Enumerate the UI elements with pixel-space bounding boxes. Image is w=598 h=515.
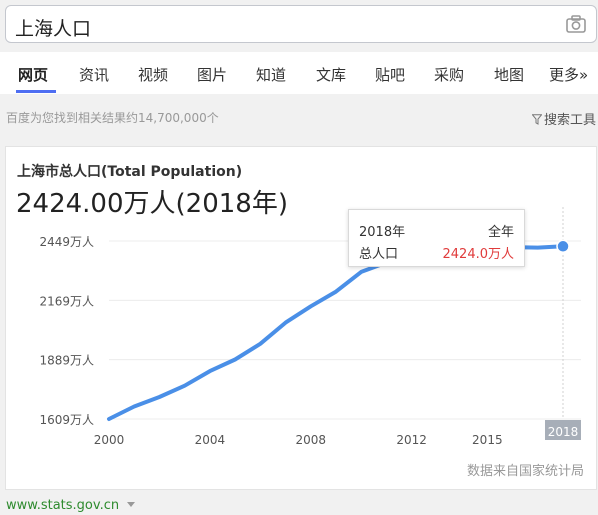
x-tick-label: 2018 xyxy=(548,425,579,439)
search-tools-label: 搜索工具 xyxy=(543,113,596,128)
x-tick-label: 2012 xyxy=(396,433,427,447)
y-tick-label: 2169万人 xyxy=(39,294,94,308)
tab-map[interactable]: 地图 xyxy=(494,64,524,85)
population-line-chart[interactable]: 1609万人 1889万人 2169万人 2449万人 2000 2004 2008 201… xyxy=(6,147,598,491)
data-point[interactable] xyxy=(358,269,364,275)
chart-tooltip: 2018年 全年 总人口 2424.0万人 xyxy=(348,209,525,267)
search-tabs: 网页 资讯 视频 图片 知道 文库 贴吧 采购 地图 更多» xyxy=(0,52,598,94)
highlighted-data-point[interactable] xyxy=(556,239,570,254)
tab-wenku[interactable]: 文库 xyxy=(316,64,346,85)
active-tab-indicator xyxy=(16,90,56,93)
data-point[interactable] xyxy=(232,356,238,362)
tab-more[interactable]: 更多» xyxy=(549,64,588,85)
population-card: 上海市总人口(Total Population) 2424.00万人(2018年… xyxy=(5,146,597,490)
dropdown-caret-icon[interactable] xyxy=(127,502,136,507)
search-box[interactable]: 上海人口 xyxy=(5,5,597,43)
tooltip-metric: 总人口 xyxy=(359,247,399,262)
data-point[interactable] xyxy=(333,289,339,295)
data-point[interactable] xyxy=(535,245,541,251)
tab-video[interactable]: 视频 xyxy=(138,64,168,85)
data-point[interactable] xyxy=(283,320,289,326)
y-tick-label: 1609万人 xyxy=(39,413,94,427)
tooltip-period: 全年 xyxy=(487,225,514,240)
tab-news[interactable]: 资讯 xyxy=(79,64,109,85)
data-source-note: 数据来自国家统计局 xyxy=(466,464,584,479)
source-link[interactable]: www.stats.gov.cn xyxy=(6,498,136,513)
results-count: 百度为您找到相关结果约14,700,000个 xyxy=(6,111,219,125)
data-point[interactable] xyxy=(131,403,137,409)
tab-tieba[interactable]: 贴吧 xyxy=(375,64,405,85)
data-point[interactable] xyxy=(308,303,314,309)
filter-icon xyxy=(531,114,542,125)
y-tick-label: 1889万人 xyxy=(39,354,94,368)
x-tick-label: 2015 xyxy=(472,433,503,447)
tooltip-year: 2018年 xyxy=(359,225,406,240)
search-tools-button[interactable]: 搜索工具 xyxy=(531,109,596,128)
tooltip-value: 2424.0万人 xyxy=(442,247,515,262)
tab-web[interactable]: 网页 xyxy=(18,64,48,85)
data-point[interactable] xyxy=(156,394,162,400)
tab-zhidao[interactable]: 知道 xyxy=(256,64,286,85)
x-tick-label: 2008 xyxy=(296,433,327,447)
data-point[interactable] xyxy=(207,368,213,374)
source-link-text[interactable]: www.stats.gov.cn xyxy=(6,498,119,513)
camera-icon[interactable] xyxy=(566,15,586,33)
search-query[interactable]: 上海人口 xyxy=(15,14,91,41)
population-series-line[interactable] xyxy=(107,243,565,421)
data-point[interactable] xyxy=(257,341,263,347)
x-tick-label: 2004 xyxy=(195,433,226,447)
y-tick-label: 2449万人 xyxy=(39,235,94,249)
data-point[interactable] xyxy=(182,383,188,389)
data-point[interactable] xyxy=(106,416,112,422)
tab-images[interactable]: 图片 xyxy=(197,64,227,85)
tab-purchase[interactable]: 采购 xyxy=(434,64,464,85)
x-tick-label: 2000 xyxy=(94,433,125,447)
